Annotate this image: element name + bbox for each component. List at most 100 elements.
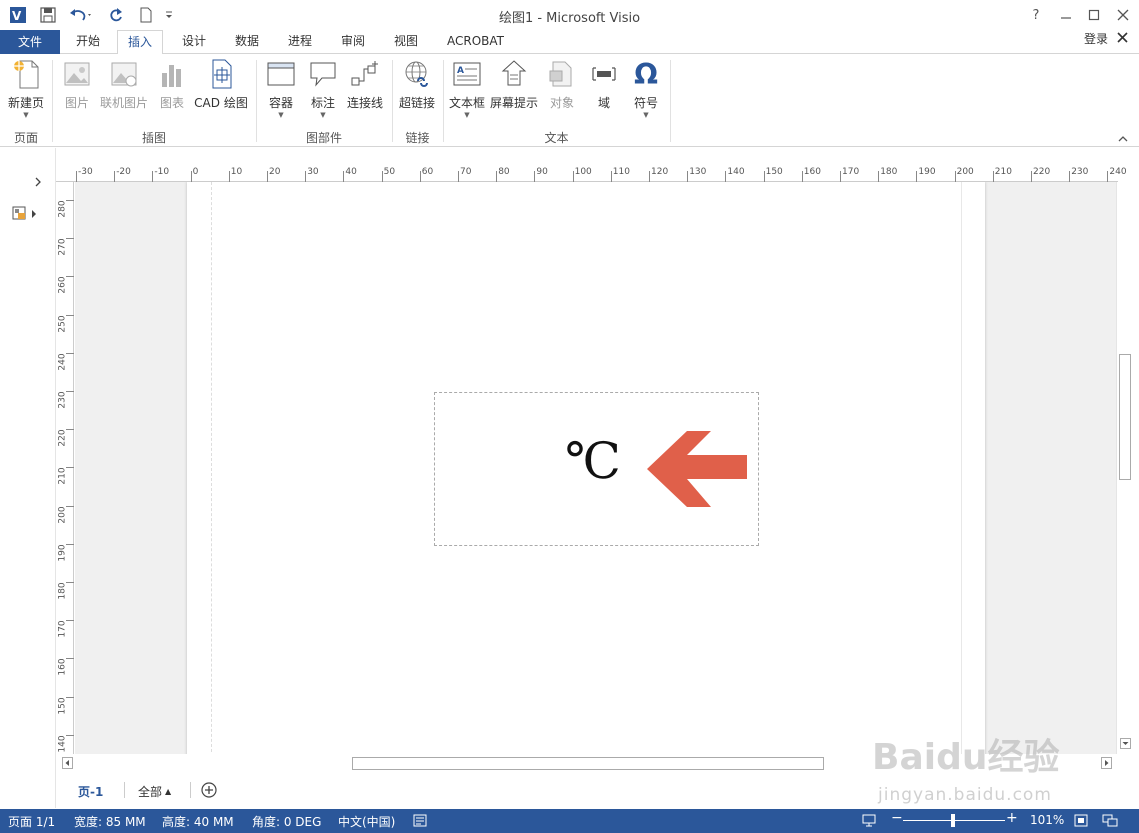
all-pages-button[interactable]: 全部 ▲ — [138, 783, 171, 800]
tab-insert[interactable]: 插入 — [117, 30, 164, 55]
ruler-label: 60 — [421, 167, 434, 177]
ruler-tick — [992, 171, 994, 182]
hyperlink-button[interactable]: 超链接 — [396, 58, 438, 111]
vertical-scrollbar[interactable] — [1116, 182, 1134, 754]
ruler-label: 160 — [57, 658, 68, 676]
help-button[interactable]: ? — [1023, 5, 1049, 25]
field-label: 域 — [597, 96, 610, 110]
left-arrow-shape[interactable] — [647, 431, 747, 507]
close-document-icon[interactable] — [1117, 32, 1128, 46]
chart-icon — [156, 58, 188, 90]
horizontal-ruler[interactable]: -30 -20 -10 0 10 20 30 40 50 60 70 80 90 100 110 120 130… — [56, 163, 1127, 182]
textbox-button[interactable]: A 文本框 ▼ — [447, 58, 487, 119]
maximize-button[interactable] — [1081, 5, 1107, 25]
ruler-label: 210 — [57, 467, 68, 485]
ruler-label: 170 — [842, 167, 860, 177]
group-label-text: 文本 — [544, 131, 569, 145]
picture-button[interactable]: 图片 — [58, 58, 96, 111]
textbox-label: 文本框 — [448, 96, 485, 110]
status-page[interactable]: 页面 1/1 — [8, 813, 55, 830]
zoom-out-button[interactable]: − — [891, 810, 903, 826]
tab-view[interactable]: 视图 — [384, 30, 428, 54]
status-language[interactable]: 中文(中国) — [338, 813, 395, 830]
ruler-label: 230 — [1071, 167, 1089, 177]
minimize-button[interactable] — [1053, 5, 1079, 25]
ruler-tick — [687, 171, 689, 182]
collapse-ribbon-icon[interactable] — [1118, 132, 1128, 146]
hyperlink-label: 超链接 — [398, 96, 435, 110]
ruler-tick — [916, 171, 918, 182]
object-icon — [546, 58, 578, 90]
tab-divider — [124, 782, 125, 798]
ruler-label: 180 — [880, 167, 898, 177]
ruler-tick — [840, 171, 841, 182]
fit-page-icon[interactable] — [1074, 814, 1088, 830]
ruler-tick — [496, 171, 498, 182]
ruler-label: 110 — [612, 167, 630, 177]
scroll-left-icon[interactable] — [62, 757, 73, 772]
zoom-in-button[interactable]: + — [1006, 810, 1018, 826]
new-page-button[interactable]: 新建页 ▼ — [4, 58, 48, 119]
container-label: 容器 — [268, 96, 293, 110]
tab-file[interactable]: 文件 — [0, 30, 60, 54]
ruler-label: -30 — [78, 167, 93, 177]
tab-review[interactable]: 审阅 — [331, 30, 375, 54]
vertical-scroll-thumb[interactable] — [1119, 354, 1131, 480]
macro-record-icon[interactable] — [413, 814, 427, 830]
field-button[interactable]: 域 — [586, 58, 622, 111]
expand-panel-icon[interactable] — [34, 176, 42, 190]
close-button[interactable] — [1110, 5, 1136, 25]
switch-windows-icon[interactable] — [1102, 814, 1118, 830]
celsius-symbol-text[interactable]: ℃ — [565, 431, 621, 491]
tab-home[interactable]: 开始 — [66, 30, 110, 54]
screentip-button[interactable]: 屏幕提示 — [488, 58, 540, 111]
all-pages-label: 全部 — [138, 785, 163, 799]
callout-label: 标注 — [310, 96, 335, 110]
symbol-button[interactable]: Ω 符号 ▼ — [628, 58, 664, 120]
tab-data[interactable]: 数据 — [225, 30, 269, 54]
ruler-tick — [305, 171, 307, 182]
ruler-label: 200 — [956, 167, 974, 177]
drawing-page[interactable]: ℃ — [187, 182, 985, 754]
cad-drawing-button[interactable]: CAD 绘图 — [192, 58, 250, 111]
chart-button[interactable]: 图表 — [154, 58, 190, 111]
container-button[interactable]: 容器 ▼ — [262, 58, 300, 119]
ruler-tick — [801, 171, 803, 182]
drawing-canvas[interactable]: ℃ — [75, 182, 1116, 754]
object-label: 对象 — [549, 96, 574, 110]
object-button[interactable]: 对象 — [544, 58, 580, 111]
ruler-label: 220 — [1033, 167, 1051, 177]
watermark-brand: Baidu经验 — [872, 737, 1060, 778]
ruler-tick — [649, 171, 650, 182]
zoom-level[interactable]: 101% — [1030, 813, 1064, 827]
presentation-mode-icon[interactable] — [862, 814, 876, 830]
group-label-parts: 图部件 — [305, 131, 342, 145]
callout-icon — [307, 58, 339, 90]
online-picture-icon — [108, 58, 140, 90]
tab-design[interactable]: 设计 — [172, 30, 216, 54]
scroll-down-icon[interactable] — [1120, 738, 1131, 752]
ribbon-tab-row — [0, 30, 1139, 54]
shapes-stencil-icon[interactable] — [12, 206, 40, 225]
zoom-slider-thumb[interactable] — [951, 814, 955, 827]
chart-label: 图表 — [159, 96, 184, 110]
tab-acrobat[interactable]: ACROBAT — [437, 30, 514, 54]
ruler-label: 240 — [57, 353, 68, 371]
status-height: 高度: 40 MM — [162, 815, 234, 829]
new-page-label: 新建页 — [7, 96, 44, 110]
online-picture-button[interactable]: 联机图片 — [98, 58, 150, 111]
add-page-icon[interactable] — [201, 782, 217, 801]
ruler-label: 270 — [57, 238, 68, 256]
selection-box[interactable]: ℃ — [434, 392, 759, 546]
horizontal-scroll-thumb[interactable] — [352, 757, 824, 770]
margin-guide — [211, 182, 212, 754]
vertical-ruler[interactable]: 280 270 260 250 240 230 220 210 200 190 180 170 160 1… — [56, 182, 74, 754]
connector-button[interactable]: 连接线 — [344, 58, 386, 111]
tab-process[interactable]: 进程 — [278, 30, 322, 54]
scroll-right-icon[interactable] — [1101, 757, 1112, 772]
page-tab-1[interactable]: 页-1 — [78, 783, 103, 800]
ruler-label: 240 — [1109, 167, 1127, 177]
callout-button[interactable]: 标注 ▼ — [305, 58, 341, 119]
screentip-icon — [498, 58, 530, 90]
signin-link[interactable]: 登录 — [1084, 30, 1108, 47]
